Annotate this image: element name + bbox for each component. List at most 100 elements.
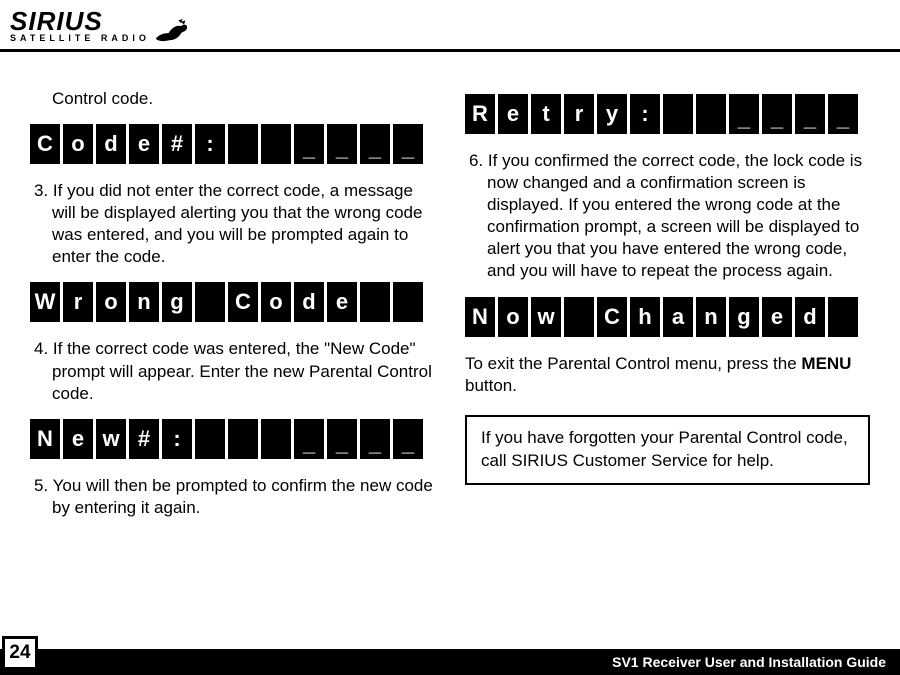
lcd-cell: e [498, 94, 528, 134]
lcd-char: _ [729, 94, 759, 134]
lcd-cell: _ [393, 124, 423, 164]
lcd-cell: g [162, 282, 192, 322]
lcd-cell: o [96, 282, 126, 322]
lcd-char [663, 94, 693, 134]
lcd-char: g [729, 297, 759, 337]
lcd-char: w [96, 419, 126, 459]
lcd-char: e [63, 419, 93, 459]
lcd-char: : [162, 419, 192, 459]
lcd-cell: o [63, 124, 93, 164]
logo-sub: SATELLITE RADIO [10, 34, 150, 43]
lcd-char: _ [327, 124, 357, 164]
lcd-cell [228, 124, 258, 164]
lcd-cell: # [162, 124, 192, 164]
lcd-cell: n [129, 282, 159, 322]
lcd-char [195, 419, 225, 459]
lcd-char: _ [762, 94, 792, 134]
lcd-cell [261, 419, 291, 459]
lcd-cell: e [762, 297, 792, 337]
lcd-char: _ [327, 419, 357, 459]
lcd-code-prompt: Code#:____ [30, 124, 435, 164]
lcd-char [195, 282, 225, 322]
lcd-cell: d [294, 282, 324, 322]
exit-text-c: button. [465, 376, 517, 395]
logo-main: SIRIUS [10, 8, 150, 34]
lcd-cell: _ [327, 124, 357, 164]
lcd-char: d [96, 124, 126, 164]
lcd-cell: _ [327, 419, 357, 459]
lcd-cell: _ [294, 419, 324, 459]
lcd-now-changed: NowChanged [465, 297, 870, 337]
lcd-char: R [465, 94, 495, 134]
lcd-char: w [531, 297, 561, 337]
lcd-cell: e [129, 124, 159, 164]
lcd-cell: N [465, 297, 495, 337]
lcd-char: e [762, 297, 792, 337]
footer-title: SV1 Receiver User and Installation Guide [612, 654, 886, 670]
lcd-cell [195, 282, 225, 322]
step-6: 6. If you confirmed the correct code, th… [465, 150, 870, 283]
lcd-char: : [195, 124, 225, 164]
lcd-cell: _ [360, 124, 390, 164]
lcd-char [228, 419, 258, 459]
lcd-cell: _ [828, 94, 858, 134]
lcd-cell [663, 94, 693, 134]
lcd-cell: _ [360, 419, 390, 459]
lcd-cell: : [195, 124, 225, 164]
lcd-char: _ [393, 419, 423, 459]
lcd-char: _ [360, 419, 390, 459]
lcd-cell: _ [795, 94, 825, 134]
lcd-cell: N [30, 419, 60, 459]
lcd-cell [261, 124, 291, 164]
lcd-char: _ [795, 94, 825, 134]
lcd-cell: w [531, 297, 561, 337]
lcd-cell [393, 282, 423, 322]
lcd-char: # [162, 124, 192, 164]
lcd-char: N [30, 419, 60, 459]
lcd-char: N [465, 297, 495, 337]
right-column: Retry:____ 6. If you confirmed the corre… [465, 88, 870, 533]
lcd-cell: _ [729, 94, 759, 134]
lcd-cell: d [96, 124, 126, 164]
lcd-cell: _ [762, 94, 792, 134]
lcd-char: y [597, 94, 627, 134]
footer-bar: SV1 Receiver User and Installation Guide [0, 649, 900, 675]
lcd-cell: C [228, 282, 258, 322]
lcd-char: : [630, 94, 660, 134]
lcd-cell: e [63, 419, 93, 459]
lcd-char: n [129, 282, 159, 322]
lcd-cell: # [129, 419, 159, 459]
lcd-cell: y [597, 94, 627, 134]
lcd-wrong-code: WrongCode [30, 282, 435, 322]
lcd-cell: r [63, 282, 93, 322]
lcd-char: # [129, 419, 159, 459]
lcd-char: o [96, 282, 126, 322]
lcd-char: h [630, 297, 660, 337]
lcd-cell: : [630, 94, 660, 134]
lcd-cell [828, 297, 858, 337]
lcd-char: g [162, 282, 192, 322]
lcd-cell: h [630, 297, 660, 337]
lcd-char: C [30, 124, 60, 164]
lcd-char: W [30, 282, 60, 322]
logo-text: SIRIUS SATELLITE RADIO [10, 8, 150, 43]
lcd-char: t [531, 94, 561, 134]
lcd-char: o [498, 297, 528, 337]
lcd-cell [696, 94, 726, 134]
lcd-char: e [327, 282, 357, 322]
lcd-char: _ [828, 94, 858, 134]
left-column: Control code. Code#:____ 3. If you did n… [30, 88, 435, 533]
lcd-char: _ [294, 124, 324, 164]
lcd-char: o [261, 282, 291, 322]
lcd-char: d [795, 297, 825, 337]
exit-text-a: To exit the Parental Control menu, press… [465, 354, 801, 373]
header: SIRIUS SATELLITE RADIO [0, 0, 900, 49]
lcd-cell: a [663, 297, 693, 337]
lcd-cell [228, 419, 258, 459]
lcd-char: _ [294, 419, 324, 459]
exit-instruction: To exit the Parental Control menu, press… [465, 353, 870, 397]
lcd-char [261, 124, 291, 164]
lcd-cell: r [564, 94, 594, 134]
lcd-cell: n [696, 297, 726, 337]
lcd-char: C [228, 282, 258, 322]
